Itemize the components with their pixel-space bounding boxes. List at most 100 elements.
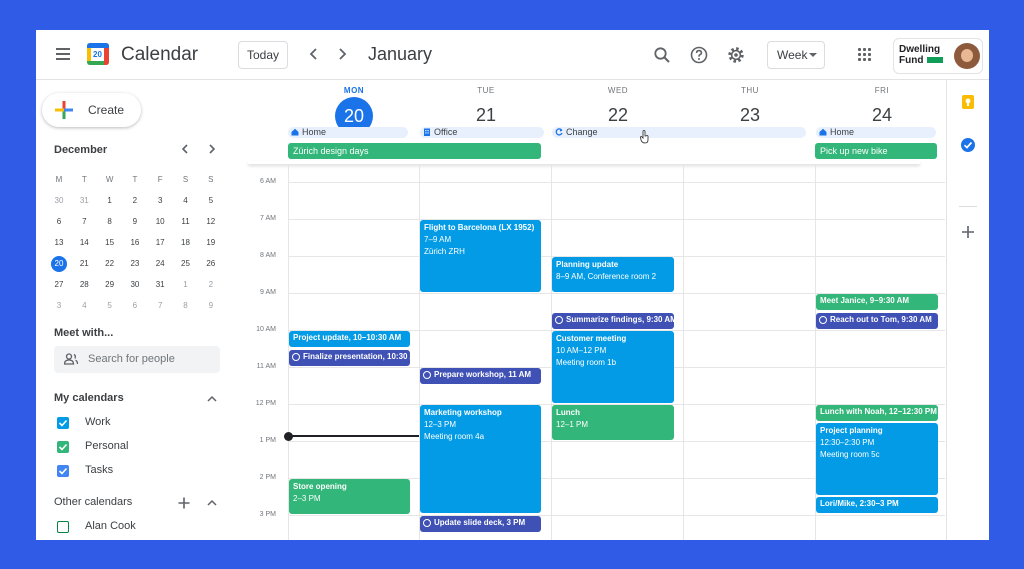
mini-day-cell[interactable]: 5 (200, 191, 222, 211)
tasks-icon[interactable] (960, 137, 976, 153)
event-planning-update[interactable]: Planning update 8–9 AM, Conference room … (552, 257, 674, 292)
mini-day-cell[interactable]: 22 (99, 254, 121, 274)
avatar[interactable] (954, 43, 980, 69)
menu-icon[interactable] (56, 48, 70, 60)
event-lunch-with-noah[interactable]: Lunch with Noah, 12–12:30 PM (816, 405, 938, 421)
view-selector[interactable]: Week (767, 41, 825, 69)
day-header-fri[interactable]: FRI 24 (816, 86, 948, 131)
mini-day-cell[interactable]: 1 (99, 191, 121, 211)
working-location-tue[interactable]: Office (420, 127, 544, 138)
event-lori-mike[interactable]: Lori/Mike, 2:30–3 PM (816, 497, 938, 513)
account-badge[interactable]: Dwelling Fund (893, 38, 983, 74)
checkbox-alan-cook[interactable] (57, 521, 69, 533)
mini-day-cell[interactable]: 8 (175, 296, 197, 316)
previous-week-button[interactable] (304, 44, 324, 64)
mini-day-cell[interactable]: 9 (124, 212, 146, 232)
mini-day-cell[interactable]: 29 (99, 275, 121, 295)
help-icon[interactable] (689, 45, 709, 65)
mini-day-cell[interactable]: 2 (124, 191, 146, 211)
mini-day-cell[interactable]: 3 (48, 296, 70, 316)
keep-notes-icon[interactable] (960, 94, 976, 110)
all-day-event[interactable]: Pick up new bike (815, 143, 937, 159)
event-project-planning[interactable]: Project planning 12:30–2:30 PM Meeting r… (816, 423, 938, 495)
mini-day-cell[interactable]: 17 (149, 233, 171, 253)
get-add-ons-button[interactable] (961, 224, 975, 244)
mini-day-cell[interactable]: 7 (73, 212, 95, 232)
next-week-button[interactable] (332, 44, 352, 64)
mini-day-cell[interactable]: 18 (175, 233, 197, 253)
time-label: 12 PM (255, 400, 276, 407)
mini-day-cell[interactable]: 7 (149, 296, 171, 316)
mini-prev-month-button[interactable] (178, 142, 192, 159)
event-meet-janice[interactable]: Meet Janice, 9–9:30 AM (816, 294, 938, 310)
settings-icon[interactable] (726, 45, 746, 65)
create-button[interactable]: Create (42, 93, 141, 127)
all-day-event[interactable]: Zürich design days (288, 143, 541, 159)
mini-day-cell[interactable]: 12 (200, 212, 222, 232)
mini-day-cell[interactable]: 8 (99, 212, 121, 232)
working-location-wed[interactable]: Change (552, 127, 806, 138)
mini-day-cell[interactable]: 19 (200, 233, 222, 253)
mini-day-cell[interactable]: 25 (175, 254, 197, 274)
mini-day-cell[interactable]: 11 (175, 212, 197, 232)
mini-day-cell[interactable]: 27 (48, 275, 70, 295)
mini-day-cell[interactable]: 20 (48, 254, 70, 274)
mini-day-cell[interactable]: 10 (149, 212, 171, 232)
mini-day-cell[interactable]: 31 (149, 275, 171, 295)
mini-day-cell[interactable]: 15 (99, 233, 121, 253)
task-prepare-workshop[interactable]: Prepare workshop, 11 AM (420, 368, 541, 384)
apps-grid-icon[interactable] (858, 48, 872, 62)
task-finalize-presentation[interactable]: Finalize presentation, 10:30 AM (289, 350, 410, 366)
mini-day-cell[interactable]: 24 (149, 254, 171, 274)
mini-day-cell[interactable]: 14 (73, 233, 95, 253)
event-marketing-workshop[interactable]: Marketing workshop 12–3 PM Meeting room … (420, 405, 541, 513)
task-reach-out-to-tom[interactable]: Reach out to Tom, 9:30 AM (816, 313, 938, 329)
event-customer-meeting[interactable]: Customer meeting 10 AM–12 PM Meeting roo… (552, 331, 674, 403)
day-header-thu[interactable]: THU 23 (684, 86, 816, 131)
mini-day-cell[interactable]: 4 (175, 191, 197, 211)
add-other-calendar-button[interactable] (178, 496, 190, 514)
mini-day-cell[interactable]: 1 (175, 275, 197, 295)
mini-day-cell[interactable]: 31 (73, 191, 95, 211)
working-location-mon[interactable]: Home (288, 127, 408, 138)
today-button[interactable]: Today (238, 41, 288, 69)
mini-day-cell[interactable]: 13 (48, 233, 70, 253)
mini-day-cell[interactable]: 3 (149, 191, 171, 211)
day-name: FRI (874, 86, 890, 95)
event-flight-to-barcelona[interactable]: Flight to Barcelona (LX 1952) 7–9 AM Zür… (420, 220, 541, 292)
search-icon[interactable] (652, 45, 672, 65)
mini-weekday-head: T (81, 175, 87, 184)
mini-day-cell[interactable]: 16 (124, 233, 146, 253)
task-update-slide-deck[interactable]: Update slide deck, 3 PM (420, 516, 541, 532)
mini-day-cell[interactable]: 28 (73, 275, 95, 295)
search-people-input[interactable]: Search for people (54, 346, 220, 373)
checkbox-tasks[interactable] (57, 465, 69, 477)
task-summarize-findings[interactable]: Summarize findings, 9:30 AM (552, 313, 674, 329)
event-project-update[interactable]: Project update, 10–10:30 AM (289, 331, 410, 347)
mini-day-cell[interactable]: 30 (48, 191, 70, 211)
mini-next-month-button[interactable] (205, 142, 219, 159)
check-icon (58, 419, 68, 427)
chevron-up-icon[interactable] (207, 498, 217, 508)
mini-day-cell[interactable]: 9 (200, 296, 222, 316)
mini-day-cell[interactable]: 6 (48, 212, 70, 232)
plus-icon (962, 226, 974, 238)
mini-day-cell[interactable]: 26 (200, 254, 222, 274)
day-name: THU (741, 86, 759, 95)
checkbox-personal[interactable] (57, 441, 69, 453)
week-grid[interactable]: 6 AM 7 AM 8 AM 9 AM 10 AM 11 AM 12 PM 1 … (248, 164, 947, 540)
mini-day-cell[interactable]: 2 (200, 275, 222, 295)
day-header-wed[interactable]: WED 22 (552, 86, 684, 131)
day-header-tue[interactable]: TUE 21 (420, 86, 552, 131)
mini-day-cell[interactable]: 4 (73, 296, 95, 316)
mini-day-cell[interactable]: 23 (124, 254, 146, 274)
mini-day-cell[interactable]: 21 (73, 254, 95, 274)
chevron-up-icon[interactable] (207, 394, 217, 404)
event-lunch[interactable]: Lunch 12–1 PM (552, 405, 674, 440)
mini-day-cell[interactable]: 30 (124, 275, 146, 295)
mini-day-cell[interactable]: 6 (124, 296, 146, 316)
working-location-fri[interactable]: Home (816, 127, 936, 138)
mini-day-cell[interactable]: 5 (99, 296, 121, 316)
checkbox-work[interactable] (57, 417, 69, 429)
event-store-opening[interactable]: Store opening 2–3 PM (289, 479, 410, 514)
